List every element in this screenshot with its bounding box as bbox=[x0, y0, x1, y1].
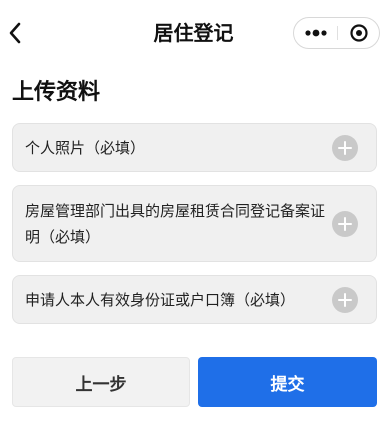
submit-button[interactable]: 提交 bbox=[198, 357, 377, 407]
target-circle-icon[interactable] bbox=[338, 18, 380, 48]
upload-item-personal-photo[interactable]: 个人照片（必填） bbox=[12, 123, 377, 172]
mini-program-capsule bbox=[293, 17, 380, 49]
plus-circle-icon[interactable] bbox=[332, 286, 358, 313]
more-dots-icon[interactable] bbox=[294, 18, 337, 48]
section-title: 上传资料 bbox=[12, 80, 101, 105]
upload-item-label: 房屋管理部门出具的房屋租赁合同登记备案证明（必填） bbox=[25, 201, 326, 246]
upload-item-label: 个人照片（必填） bbox=[25, 138, 146, 157]
previous-step-button[interactable]: 上一步 bbox=[12, 357, 190, 407]
upload-item-id-document[interactable]: 申请人本人有效身份证或户口簿（必填） bbox=[12, 275, 377, 324]
plus-circle-icon[interactable] bbox=[332, 134, 358, 161]
navigation-bar: 居住登记 bbox=[0, 0, 387, 64]
upload-item-label: 申请人本人有效身份证或户口簿（必填） bbox=[25, 290, 296, 309]
upload-item-rental-contract[interactable]: 房屋管理部门出具的房屋租赁合同登记备案证明（必填） bbox=[12, 185, 377, 262]
plus-circle-icon[interactable] bbox=[332, 210, 358, 237]
